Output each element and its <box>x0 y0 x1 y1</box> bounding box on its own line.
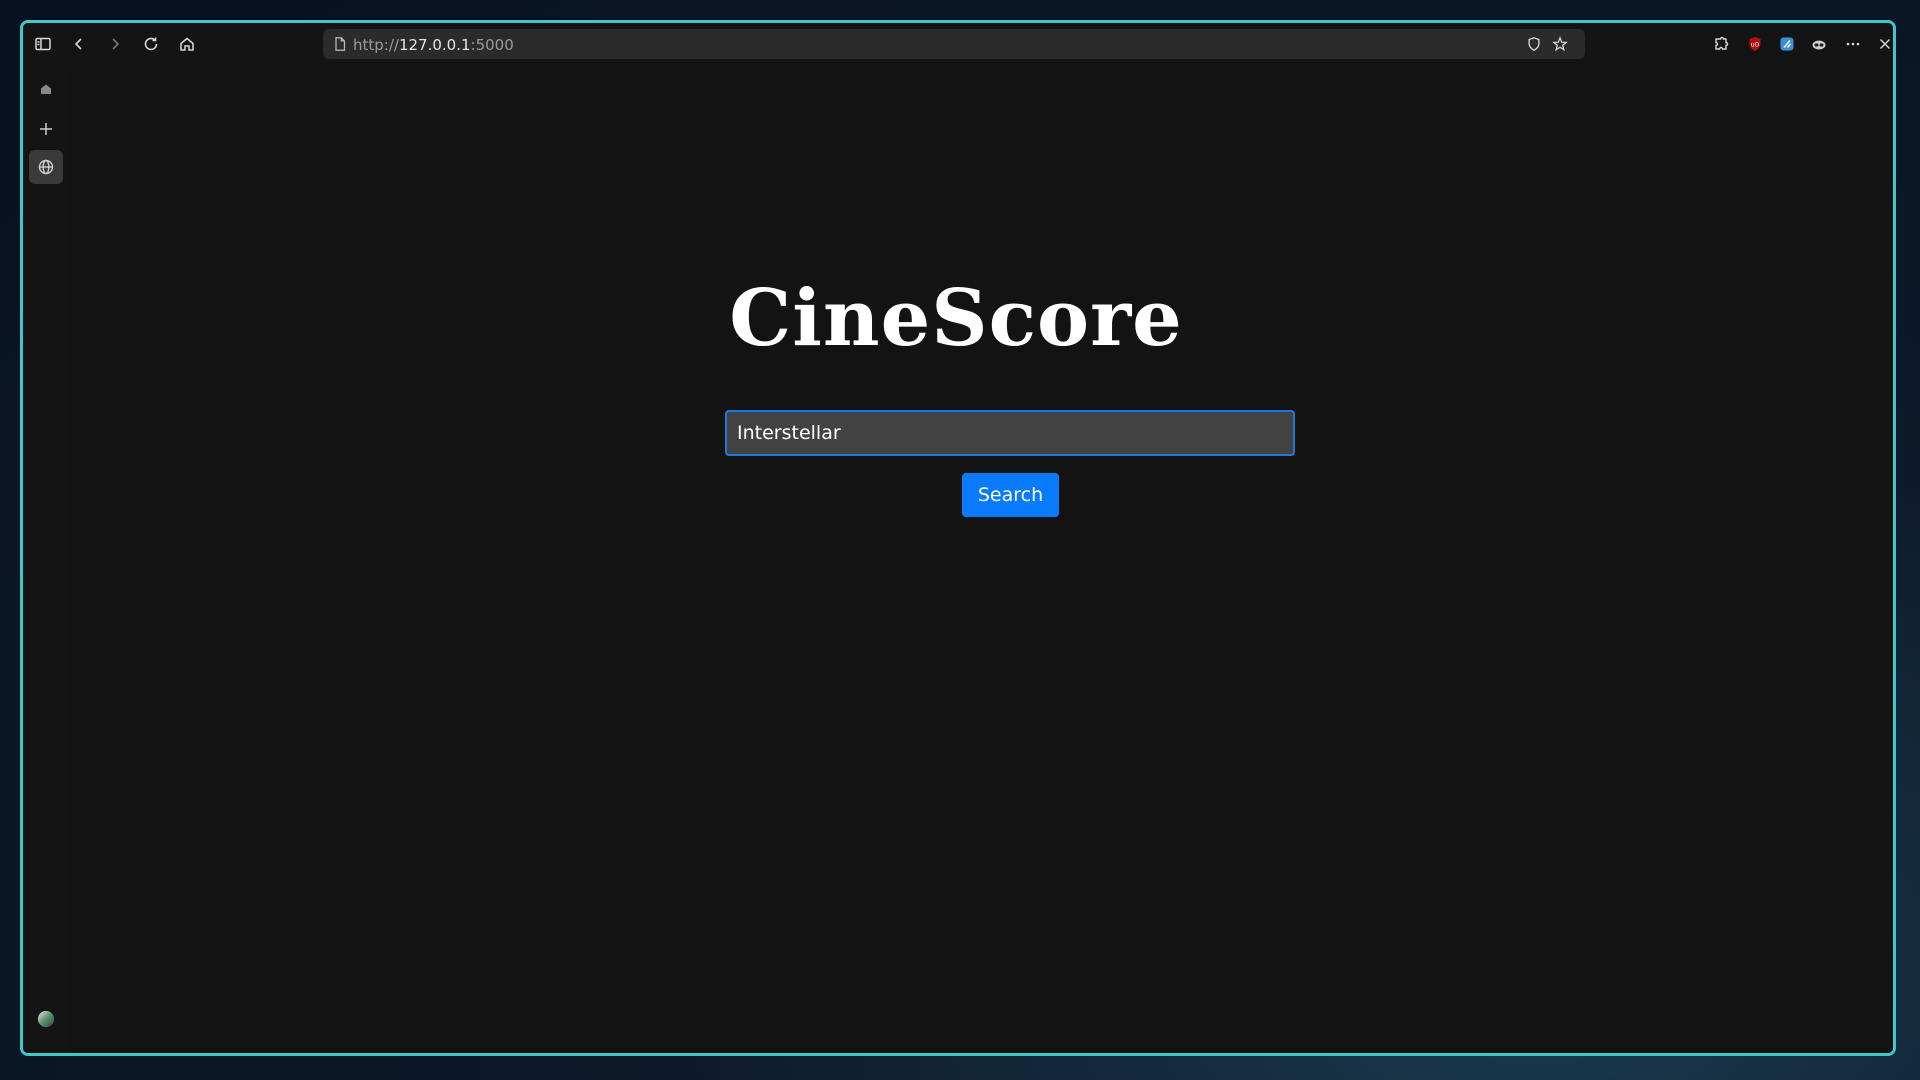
shield-icon[interactable] <box>1525 35 1543 53</box>
back-arrow-icon[interactable] <box>65 30 93 58</box>
downloads-icon[interactable] <box>29 1043 63 1053</box>
url-host: 127.0.0.1 <box>398 36 471 54</box>
close-icon[interactable] <box>1871 30 1893 58</box>
url-scheme: http:// <box>353 36 399 54</box>
sidebar-toggle-icon[interactable] <box>29 30 57 58</box>
svg-text:uO: uO <box>1751 42 1760 49</box>
page-content: CineScore Search <box>69 65 1893 1053</box>
more-icon[interactable] <box>1839 30 1867 58</box>
extensions-icon[interactable] <box>1707 30 1735 58</box>
search-input[interactable] <box>725 410 1295 456</box>
page-icon <box>331 35 349 53</box>
url-text[interactable]: http://127.0.0.1:5000 <box>353 36 514 54</box>
privacy-badger-icon[interactable] <box>1805 30 1833 58</box>
new-tab-icon[interactable] <box>29 112 63 146</box>
url-bar[interactable]: http://127.0.0.1:5000 <box>323 29 1585 59</box>
ublock-icon[interactable]: uO <box>1741 30 1769 58</box>
bitwarden-icon[interactable] <box>1773 30 1801 58</box>
reload-icon[interactable] <box>137 30 165 58</box>
forward-arrow-icon[interactable] <box>101 30 129 58</box>
star-icon[interactable] <box>1551 35 1569 53</box>
globe-icon[interactable] <box>29 150 63 184</box>
browser-toolbar: http://127.0.0.1:5000 uO <box>23 23 1893 65</box>
home-icon[interactable] <box>173 30 201 58</box>
profile-avatar-icon[interactable] <box>29 1002 63 1036</box>
search-button[interactable]: Search <box>962 473 1059 517</box>
page-title: CineScore <box>729 273 1183 364</box>
home-icon[interactable] <box>29 72 63 106</box>
browser-sidebar <box>23 65 68 1053</box>
browser-window: http://127.0.0.1:5000 uO CineScore Inter… <box>20 20 1896 1056</box>
url-port: :5000 <box>470 36 514 54</box>
